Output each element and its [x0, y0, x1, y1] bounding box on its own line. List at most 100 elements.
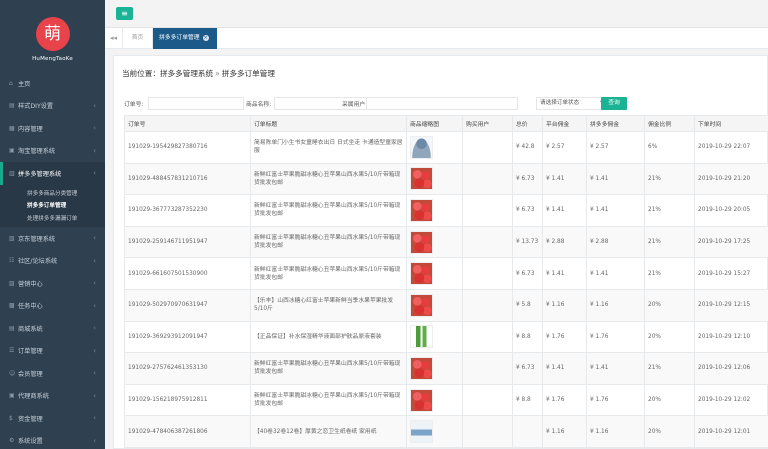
chevron-left-icon: ‹ [93, 436, 96, 445]
sidebar: 萌 HuMengTaoKe ⌂ 主页 ▤ 样式DIY设置 ‹ ▦ 内容管理 ‹ ▣ 淘宝管理系统 ‹… [0, 0, 105, 449]
gear-icon: ⚙ [9, 437, 15, 445]
column-header[interactable]: 总价 [512, 115, 543, 132]
submenu-item-0[interactable]: 拼多多商品分类管理 [0, 187, 105, 200]
sidebar-item-8[interactable]: ▩ 任务中心 ‹ [0, 295, 105, 318]
order-status-select[interactable]: 请选择订单状态▼ [536, 97, 608, 110]
title-cell: 【正品保证】补水保湿精华液面部护肤品原液套装 [250, 320, 407, 354]
platform-cell: ¥ 1.41 [542, 352, 587, 385]
sidebar-item-12[interactable]: ▣ 代理商系统 ‹ [0, 385, 105, 408]
column-header[interactable]: 拼多多佣金 [586, 115, 645, 132]
column-header[interactable]: 佣金比例 [644, 115, 695, 132]
sidebar-item-7[interactable]: ▨ 营销中心 ‹ [0, 272, 105, 295]
money-icon: $ [9, 414, 13, 422]
pdd-cell: ¥ 1.41 [586, 257, 645, 290]
title-cell: 新鲜红富士苹果脆甜冰糖心丑苹果山西水果5/10斤带箱现货批发包邮 [250, 194, 407, 227]
sidebar-item-3[interactable]: ▣ 淘宝管理系统 ‹ [0, 140, 105, 163]
time-cell: 2019-10-29 12:02 [694, 383, 768, 417]
brand-logo[interactable]: 萌 [35, 16, 70, 51]
table-row[interactable]: 191029-195429827380716 简易陈单门小生书女童睡衣出日 日式坐… [124, 131, 768, 164]
product-thumbnail[interactable] [410, 135, 433, 159]
table-row[interactable]: 191029-478406387261806 【40卷32卷12卷】厚黄之恋卫生纸… [124, 415, 768, 448]
table-row[interactable]: 191029-275762461353130 新鲜红富士苹果脆甜冰糖心丑苹果山西水… [124, 352, 768, 385]
submenu-item-1[interactable]: 拼多多订单管理 [0, 199, 105, 212]
column-header[interactable]: 购买用户 [462, 115, 513, 132]
users-icon: ☷ [9, 257, 15, 265]
table-row[interactable]: 191029-488457831210716 新鲜红富士苹果脆甜冰糖心丑苹果山西水… [124, 162, 768, 196]
chevron-left-icon: ‹ [93, 169, 96, 178]
total-cell: ¥ 6.73 [512, 352, 543, 385]
breadcrumb-level1[interactable]: 拼多多管理系统 [160, 69, 213, 78]
title-cell: 新鲜红富士苹果脆甜冰糖心丑苹果山西水果5/10斤带箱现货批发包邮 [250, 162, 407, 196]
tab-scroll-left-button[interactable]: ◂◂ [105, 28, 123, 49]
table-row[interactable]: 191029-367773287352230 新鲜红富士苹果脆甜冰糖心丑苹果山西水… [124, 194, 768, 227]
product-thumbnail[interactable] [410, 167, 433, 191]
ratio-cell: 20% [644, 383, 695, 417]
column-header[interactable]: 下单时间 [694, 115, 768, 132]
sidebar-item-4[interactable]: ▥ 拼多多管理系统 ‹ [0, 162, 105, 185]
buyer-input[interactable] [366, 97, 518, 110]
sidebar-item-10[interactable]: ☰ 订单管理 ‹ [0, 340, 105, 363]
pdd-cell: ¥ 1.41 [586, 162, 645, 196]
column-header[interactable]: 订单标题 [250, 115, 407, 132]
product-thumbnail[interactable] [410, 230, 433, 254]
paint-icon: ▤ [9, 102, 15, 110]
sidebar-item-9[interactable]: ▤ 商城系统 ‹ [0, 317, 105, 340]
submenu-item-2[interactable]: 处理拼多多漏漏订单 [0, 212, 105, 225]
sidebar-item-1[interactable]: ▤ 样式DIY设置 ‹ [0, 95, 105, 118]
table-row[interactable]: 191029-661607501530900 新鲜红富士苹果脆甜冰糖心丑苹果山西水… [124, 257, 768, 290]
sidebar-item-2[interactable]: ▦ 内容管理 ‹ [0, 117, 105, 140]
table-row[interactable]: 191029-502970970631947 【乐丰】山西冰糖心红富士苹果新鲜当季… [124, 288, 768, 322]
sidebar-item-11[interactable]: ☺ 会员管理 ‹ [0, 362, 105, 385]
table-row[interactable]: 191029-369293912091947 【正品保证】补水保湿精华液面部护肤品… [124, 320, 768, 354]
product-thumbnail[interactable] [410, 388, 433, 412]
title-cell: 【乐丰】山西冰糖心红富士苹果新鲜当季水果苹果批发5/10斤 [250, 288, 407, 322]
product-thumbnail[interactable] [410, 262, 433, 286]
order-no-label: 订单号: [124, 102, 144, 108]
total-cell: ¥ 6.73 [512, 194, 543, 227]
menu-toggle-button[interactable]: ≡ [116, 7, 133, 20]
column-header[interactable]: 订单号 [124, 115, 251, 132]
ratio-cell: 20% [644, 288, 695, 322]
tab-home[interactable]: 首页 [123, 28, 153, 49]
product-thumbnail[interactable] [410, 356, 433, 380]
buyer-cell [462, 288, 513, 322]
product-thumbnail[interactable] [410, 325, 433, 349]
table-row[interactable]: 191029-259146711951947 新鲜红富士苹果脆甜冰糖心丑苹果山西水… [124, 225, 768, 259]
tab-bar: ◂◂ 首页 拼多多订单管理 × [105, 28, 768, 49]
thumbnail-cell [406, 415, 463, 448]
sidebar-item-13[interactable]: $ 资金管理 ‹ [0, 407, 105, 430]
sidebar-item-14[interactable]: ⚙ 系统设置 ‹ [0, 430, 105, 449]
order-no-input[interactable] [148, 97, 244, 110]
sidebar-item-5[interactable]: ▧ 京东管理系统 ‹ [0, 227, 105, 250]
column-header[interactable]: 平台佣金 [542, 115, 587, 132]
total-cell: ¥ 8.8 [512, 383, 543, 417]
search-button[interactable]: 查询 [601, 97, 627, 110]
chevron-left-icon: ‹ [93, 301, 96, 310]
table-row[interactable]: 191029-156218975912811 新鲜红富士苹果脆甜冰糖心丑苹果山西水… [124, 383, 768, 417]
platform-cell: ¥ 2.88 [542, 225, 587, 259]
total-cell: ¥ 42.8 [512, 131, 543, 164]
sidebar-item-label: 商城系统 [18, 325, 43, 333]
platform-cell: ¥ 1.76 [542, 383, 587, 417]
product-thumbnail[interactable] [410, 420, 433, 444]
platform-cell: ¥ 1.76 [542, 320, 587, 354]
sidebar-item-6[interactable]: ☷ 社区/论坛系统 ‹ [0, 250, 105, 273]
total-cell [512, 415, 543, 448]
sidebar-item-0[interactable]: ⌂ 主页 [0, 72, 105, 95]
order-no-cell: 191029-369293912091947 [124, 320, 251, 354]
ratio-cell: 21% [644, 194, 695, 227]
order-no-cell: 191029-488457831210716 [124, 162, 251, 196]
breadcrumb-level2: 拼多多订单管理 [221, 69, 275, 78]
order-no-cell: 191029-661607501530900 [124, 257, 251, 290]
product-thumbnail[interactable] [410, 293, 433, 317]
ratio-cell: 21% [644, 225, 695, 259]
tab-pdd-orders[interactable]: 拼多多订单管理 × [153, 28, 217, 49]
product-thumbnail[interactable] [410, 198, 433, 222]
cart-icon: ▥ [9, 169, 15, 177]
title-cell: 【40卷32卷12卷】厚黄之恋卫生纸卷纸 家用纸 [250, 415, 407, 448]
column-header[interactable]: 商品缩略图 [406, 115, 463, 132]
close-icon[interactable]: × [202, 35, 209, 41]
file-icon: ▦ [9, 124, 15, 132]
buyer-cell [462, 415, 513, 448]
buyer-cell [462, 162, 513, 196]
